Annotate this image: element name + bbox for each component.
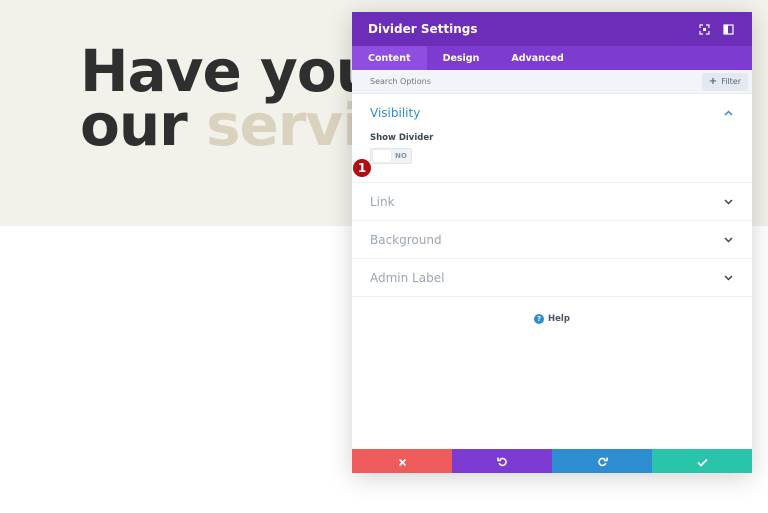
toggle-knob [373, 150, 391, 162]
filter-label: Filter [721, 77, 741, 86]
plus-icon: + [708, 76, 718, 87]
filter-button[interactable]: + Filter [701, 72, 748, 91]
visibility-body: Show Divider NO 1 [352, 131, 752, 182]
redo-icon [597, 452, 608, 471]
help-link[interactable]: ? Help [352, 314, 752, 324]
settings-modal: Divider Settings Content Design Advanced… [352, 12, 752, 473]
section-link-title: Link [370, 194, 395, 209]
chevron-up-icon[interactable] [722, 107, 734, 119]
section-admin-label-title: Admin Label [370, 270, 445, 285]
show-divider-label: Show Divider [370, 133, 434, 143]
modal-header: Divider Settings [352, 12, 752, 46]
sidebar-toggle-icon[interactable] [720, 21, 736, 37]
section-link-header[interactable]: Link [352, 183, 752, 220]
section-visibility: Visibility Show Divider NO 1 [352, 94, 752, 183]
search-row: + Filter [352, 70, 752, 94]
help-icon: ? [534, 314, 545, 324]
undo-icon [496, 452, 508, 471]
section-admin-label: Admin Label [352, 259, 752, 297]
section-background-title: Background [370, 232, 442, 247]
tab-bar: Content Design Advanced [352, 46, 752, 70]
hero-line-2-plain: our [80, 91, 206, 159]
expand-icon[interactable] [696, 21, 712, 37]
step-badge: 1 [352, 158, 372, 178]
chevron-down-icon[interactable] [722, 234, 734, 246]
modal-title: Divider Settings [368, 22, 478, 36]
section-background: Background [352, 221, 752, 259]
check-icon [696, 452, 708, 471]
help-label: Help [548, 314, 570, 324]
undo-button[interactable] [452, 449, 552, 473]
tab-design[interactable]: Design [427, 46, 496, 70]
search-input[interactable] [370, 77, 702, 86]
section-visibility-title: Visibility [370, 105, 421, 120]
section-background-header[interactable]: Background [352, 221, 752, 258]
tab-advanced[interactable]: Advanced [495, 46, 579, 70]
section-visibility-header[interactable]: Visibility [352, 94, 752, 131]
chevron-down-icon[interactable] [722, 196, 734, 208]
tab-content[interactable]: Content [352, 46, 427, 70]
toggle-value: NO [395, 152, 407, 160]
save-button[interactable] [652, 449, 752, 473]
chevron-down-icon[interactable] [722, 272, 734, 284]
close-icon [398, 452, 407, 471]
section-link: Link [352, 183, 752, 221]
modal-footer [352, 449, 752, 473]
show-divider-toggle[interactable]: NO [370, 148, 412, 164]
redo-button[interactable] [552, 449, 652, 473]
discard-button[interactable] [352, 449, 452, 473]
section-admin-label-header[interactable]: Admin Label [352, 259, 752, 296]
